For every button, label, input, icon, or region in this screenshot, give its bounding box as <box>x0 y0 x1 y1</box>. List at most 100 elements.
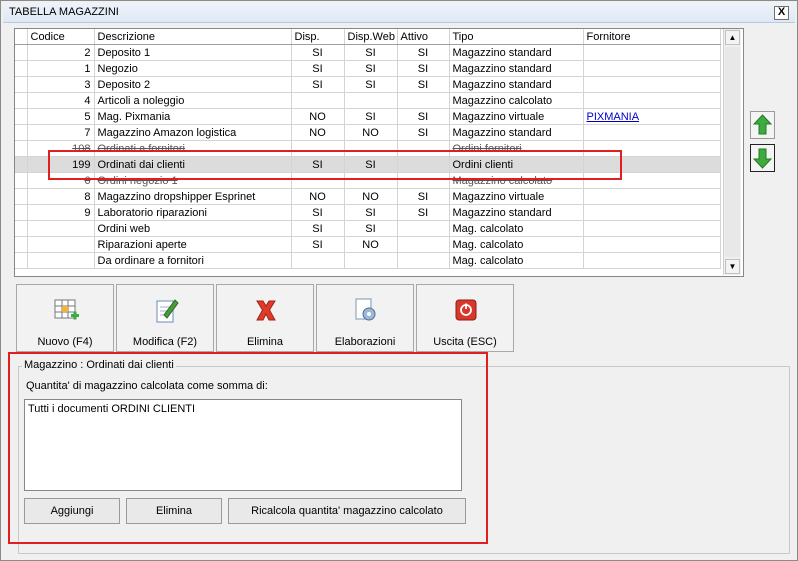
cell-attivo: SI <box>397 108 450 125</box>
cell-fornitore <box>583 92 721 109</box>
table-row[interactable]: 3 Deposito 2 SI SI SI Magazzino standard <box>15 76 721 93</box>
process-button-label: Elaborazioni <box>334 336 396 348</box>
cell-attivo: SI <box>397 124 450 141</box>
cell-disp: SI <box>291 60 345 77</box>
cell-disp: SI <box>291 44 345 61</box>
title-bar: TABELLA MAGAZZINI X <box>3 3 795 23</box>
table-row[interactable]: 9 Laboratorio riparazioni SI SI SI Magazzino … <box>15 204 721 221</box>
cell-attivo <box>397 92 450 109</box>
row-indicator[interactable] <box>15 156 28 173</box>
cell-tipo: Magazzino virtuale <box>449 188 584 205</box>
scroll-up-icon[interactable]: ▲ <box>725 30 740 45</box>
row-indicator[interactable] <box>15 140 28 157</box>
table-row[interactable]: 7 Magazzino Amazon logistica NO NO SI Magazzi… <box>15 124 721 141</box>
cell-descrizione: Articoli a noleggio <box>94 92 292 109</box>
window-title: TABELLA MAGAZZINI <box>9 6 119 18</box>
column-header[interactable]: Disp.Web <box>344 29 398 45</box>
row-indicator[interactable] <box>15 188 28 205</box>
cell-tipo: Mag. calcolato <box>449 220 584 237</box>
row-indicator[interactable] <box>15 236 28 253</box>
row-indicator[interactable] <box>15 44 28 61</box>
column-header[interactable]: Codice <box>27 29 95 45</box>
delete-button-label: Elimina <box>246 336 284 348</box>
cell-disp-web: SI <box>344 204 398 221</box>
edit-button[interactable]: Modifica (F2) <box>116 284 214 352</box>
close-button[interactable]: X <box>774 6 789 20</box>
cell-fornitore <box>583 252 721 269</box>
row-indicator[interactable] <box>15 220 28 237</box>
table-row[interactable]: 1 Negozio SI SI SI Magazzino standard <box>15 60 721 77</box>
table-row[interactable]: Ordini web SI SI Mag. calcolato <box>15 220 721 237</box>
row-indicator[interactable] <box>15 172 28 189</box>
cell-descrizione: Magazzino Amazon logistica <box>94 124 292 141</box>
cell-disp-web: NO <box>344 188 398 205</box>
cell-disp: SI <box>291 204 345 221</box>
new-button[interactable]: Nuovo (F4) <box>16 284 114 352</box>
delete-x-icon <box>256 300 276 321</box>
scroll-thumb[interactable] <box>725 47 740 257</box>
cell-codice <box>27 236 95 253</box>
cell-descrizione: Deposito 2 <box>94 76 292 93</box>
edit-button-label: Modifica (F2) <box>132 336 198 348</box>
row-indicator[interactable] <box>15 204 28 221</box>
row-indicator[interactable] <box>15 76 28 93</box>
cell-disp <box>291 92 345 109</box>
detail-highlight <box>8 352 488 544</box>
exit-button[interactable]: Uscita (ESC) <box>416 284 514 352</box>
delete-button[interactable]: Elimina <box>216 284 314 352</box>
cell-attivo: SI <box>397 188 450 205</box>
cell-codice: 7 <box>27 124 95 141</box>
cell-disp: NO <box>291 108 345 125</box>
cell-descrizione: Deposito 1 <box>94 44 292 61</box>
column-header[interactable]: Tipo <box>449 29 584 45</box>
cell-disp <box>291 252 345 269</box>
column-header[interactable]: Descrizione <box>94 29 292 45</box>
table-row[interactable]: Da ordinare a fornitori Mag. calcolato <box>15 252 721 269</box>
cell-tipo: Magazzino virtuale <box>449 108 584 125</box>
power-icon <box>455 299 477 321</box>
cell-descrizione: Negozio <box>94 60 292 77</box>
row-indicator[interactable] <box>15 252 28 269</box>
cell-tipo: Magazzino calcolato <box>449 92 584 109</box>
row-indicator[interactable] <box>15 124 28 141</box>
row-indicator[interactable] <box>15 92 28 109</box>
table-row[interactable]: Riparazioni aperte SI NO Mag. calcolato <box>15 236 721 253</box>
cell-disp: SI <box>291 76 345 93</box>
cell-disp-web: NO <box>344 124 398 141</box>
new-button-label: Nuovo (F4) <box>37 336 93 348</box>
cell-attivo <box>397 252 450 269</box>
cell-descrizione: Da ordinare a fornitori <box>94 252 292 269</box>
cell-fornitore[interactable]: PIXMANIA <box>583 108 721 125</box>
process-button[interactable]: Elaborazioni <box>316 284 414 352</box>
cell-fornitore <box>583 220 721 237</box>
cell-attivo: SI <box>397 204 450 221</box>
vertical-scrollbar[interactable]: ▲ ▼ <box>723 29 741 275</box>
table-row[interactable]: 2 Deposito 1 SI SI SI Magazzino standard <box>15 44 721 61</box>
green-arrow-down-icon <box>752 148 773 169</box>
cell-disp: SI <box>291 236 345 253</box>
move-down-button[interactable] <box>750 144 775 172</box>
table-row[interactable]: 4 Articoli a noleggio Magazzino calcolato <box>15 92 721 109</box>
cell-attivo: SI <box>397 44 450 61</box>
cell-codice: 5 <box>27 108 95 125</box>
column-header[interactable]: Attivo <box>397 29 450 45</box>
cell-disp-web: SI <box>344 220 398 237</box>
cell-fornitore <box>583 188 721 205</box>
cell-descrizione: Riparazioni aperte <box>94 236 292 253</box>
cell-codice: 4 <box>27 92 95 109</box>
column-header[interactable]: Fornitore <box>583 29 721 45</box>
table-row[interactable]: 8 Magazzino dropshipper Esprinet NO NO SI Mag… <box>15 188 721 205</box>
row-indicator-header <box>15 29 28 45</box>
exit-button-label: Uscita (ESC) <box>433 336 497 348</box>
green-arrow-up-icon <box>752 114 773 135</box>
row-indicator[interactable] <box>15 108 28 125</box>
cell-codice: 9 <box>27 204 95 221</box>
cell-attivo: SI <box>397 60 450 77</box>
table-row[interactable]: 5 Mag. Pixmania NO SI SI Magazzino virtuale PI… <box>15 108 721 125</box>
process-gear-icon <box>355 298 376 321</box>
row-indicator[interactable] <box>15 60 28 77</box>
move-up-button[interactable] <box>750 111 775 139</box>
scroll-down-icon[interactable]: ▼ <box>725 259 740 274</box>
edit-pencil-icon <box>156 299 179 323</box>
column-header[interactable]: Disp. <box>291 29 345 45</box>
